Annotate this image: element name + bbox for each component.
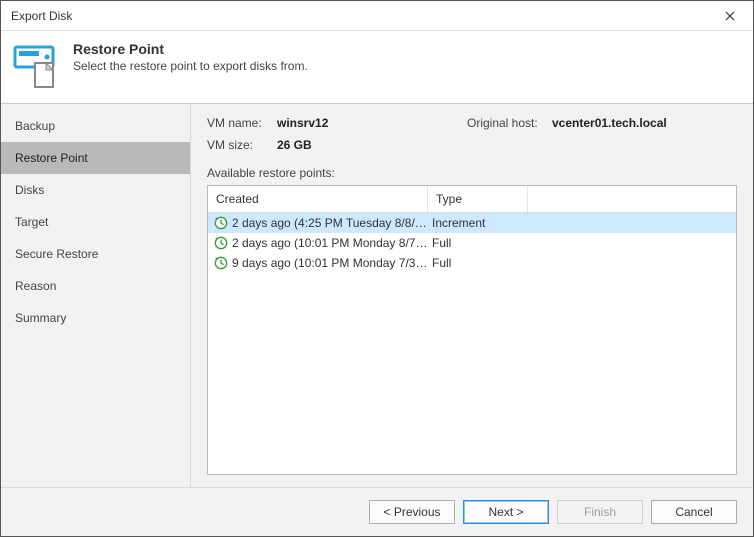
sidebar-item-backup[interactable]: Backup (1, 110, 190, 142)
export-disk-window: Export Disk Restore Point Select the res… (0, 0, 754, 537)
sidebar-item-secure-restore[interactable]: Secure Restore (1, 238, 190, 270)
restore-point-icon (212, 215, 230, 231)
cell-created: 2 days ago (4:25 PM Tuesday 8/8/20... (232, 216, 428, 230)
finish-button: Finish (557, 500, 643, 524)
disk-export-icon (13, 41, 61, 89)
original-host-label: Original host: (467, 116, 552, 130)
header: Restore Point Select the restore point t… (1, 31, 753, 104)
restore-point-icon (212, 255, 230, 271)
restore-points-table: Created Type 2 days ago (4:25 PM Tuesday… (207, 185, 737, 475)
title-bar: Export Disk (1, 1, 753, 31)
main-panel: VM name: winsrv12 Original host: vcenter… (191, 104, 753, 487)
cell-created: 2 days ago (10:01 PM Monday 8/7/2... (232, 236, 428, 250)
table-row[interactable]: 2 days ago (10:01 PM Monday 8/7/2...Full (208, 233, 736, 253)
sidebar-item-reason[interactable]: Reason (1, 270, 190, 302)
sidebar-item-target[interactable]: Target (1, 206, 190, 238)
vm-name-label: VM name: (207, 116, 277, 130)
original-host-value: vcenter01.tech.local (552, 116, 737, 130)
previous-button[interactable]: < Previous (369, 500, 455, 524)
sidebar-item-restore-point[interactable]: Restore Point (1, 142, 190, 174)
header-title: Restore Point (73, 41, 308, 57)
cell-type: Increment (428, 216, 485, 230)
footer: < Previous Next > Finish Cancel (1, 487, 753, 536)
window-title: Export Disk (11, 9, 72, 23)
next-button[interactable]: Next > (463, 500, 549, 524)
vm-name-value: winsrv12 (277, 116, 467, 130)
vm-size-value: 26 GB (277, 138, 467, 152)
sidebar-item-summary[interactable]: Summary (1, 302, 190, 334)
vm-size-label: VM size: (207, 138, 277, 152)
cell-created: 9 days ago (10:01 PM Monday 7/31/... (232, 256, 428, 270)
vm-info: VM name: winsrv12 Original host: vcenter… (207, 116, 737, 152)
column-created[interactable]: Created (208, 186, 428, 212)
column-type[interactable]: Type (428, 186, 528, 212)
cancel-button[interactable]: Cancel (651, 500, 737, 524)
cell-type: Full (428, 256, 451, 270)
cell-type: Full (428, 236, 451, 250)
sidebar-item-disks[interactable]: Disks (1, 174, 190, 206)
column-spacer (528, 186, 736, 212)
header-subtitle: Select the restore point to export disks… (73, 59, 308, 73)
table-header: Created Type (208, 186, 736, 213)
body: Backup Restore Point Disks Target Secure… (1, 104, 753, 487)
sidebar: Backup Restore Point Disks Target Secure… (1, 104, 191, 487)
table-body: 2 days ago (4:25 PM Tuesday 8/8/20...Inc… (208, 213, 736, 474)
table-row[interactable]: 2 days ago (4:25 PM Tuesday 8/8/20...Inc… (208, 213, 736, 233)
close-icon[interactable] (715, 1, 745, 31)
available-restore-points-label: Available restore points: (207, 166, 737, 180)
table-row[interactable]: 9 days ago (10:01 PM Monday 7/31/...Full (208, 253, 736, 273)
restore-point-icon (212, 235, 230, 251)
